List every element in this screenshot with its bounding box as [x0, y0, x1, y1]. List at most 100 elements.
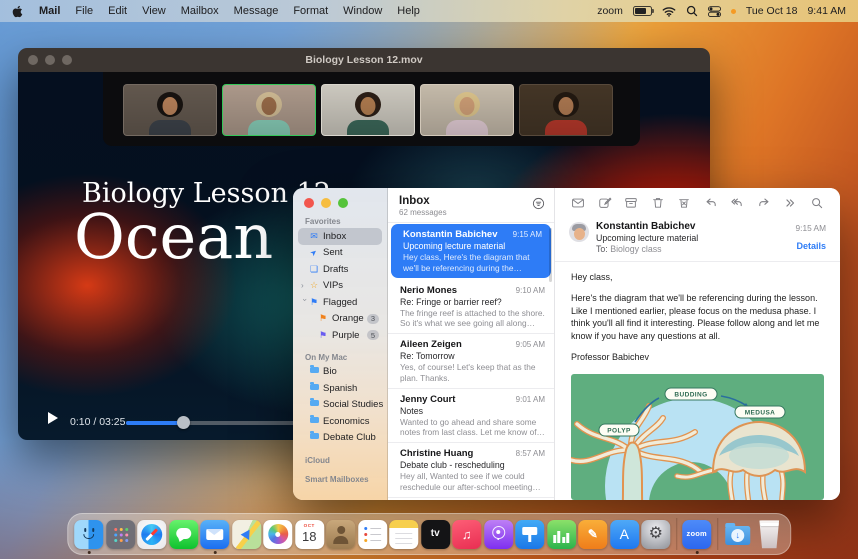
- menu-window[interactable]: Window: [343, 5, 382, 17]
- dock-podcasts-icon[interactable]: [484, 520, 513, 549]
- dock-zoom-icon[interactable]: zoom: [682, 520, 711, 549]
- sidebar-item-sent[interactable]: ➤Sent: [298, 245, 382, 262]
- dock-photos-icon[interactable]: [263, 520, 292, 549]
- junk-button[interactable]: [677, 196, 691, 210]
- sidebar-item-drafts[interactable]: ❏Drafts: [298, 261, 382, 278]
- dock-pages-icon[interactable]: ✎: [578, 520, 607, 549]
- message-list-item[interactable]: Aileen Zeigen9:05 AM Re: Tomorrow Yes, o…: [388, 333, 554, 388]
- sidebar-item-orange[interactable]: ⚑Orange3: [307, 311, 382, 328]
- sidebar-item-purple[interactable]: ⚑Purple5: [307, 327, 382, 344]
- menu-message[interactable]: Message: [234, 5, 279, 17]
- folder-icon: [308, 400, 320, 409]
- get-mail-button[interactable]: [571, 196, 585, 210]
- message-list-item[interactable]: Jenny Court9:01 AM Notes Wanted to go ah…: [388, 388, 554, 443]
- sidebar-item-flagged[interactable]: ›⚑Flagged: [298, 294, 382, 311]
- mic-in-use-indicator: [731, 9, 736, 14]
- sidebar-item-label: Purple: [332, 330, 359, 341]
- menu-view[interactable]: View: [142, 5, 166, 17]
- active-app-menu[interactable]: Mail: [39, 5, 60, 17]
- message-subject: Notes: [400, 406, 545, 416]
- participant-video: [321, 84, 415, 136]
- dock-trash-icon[interactable]: [755, 520, 784, 549]
- dock-notes-icon[interactable]: [389, 520, 418, 549]
- svg-text:MEDUSA: MEDUSA: [745, 410, 776, 417]
- sidebar-section-title: On My Mac: [293, 353, 387, 364]
- compose-button[interactable]: [598, 196, 612, 210]
- control-center-icon[interactable]: [708, 6, 721, 17]
- menu-edit[interactable]: Edit: [108, 5, 127, 17]
- sidebar-item-bio[interactable]: Bio: [298, 364, 382, 381]
- message-preview: Yes, of course! Let's keep that as the p…: [400, 362, 545, 384]
- chevron-right-icon[interactable]: ›: [301, 282, 308, 290]
- message-list-item[interactable]: Nerio Mones9:10 AM Re: Fringe or barrier…: [388, 279, 554, 334]
- video-traffic-lights[interactable]: [28, 55, 72, 65]
- chevron-down-icon[interactable]: ›: [301, 299, 309, 306]
- message-list-item[interactable]: Konstantin Babichev9:15 AM Upcoming lect…: [391, 224, 551, 278]
- sidebar-item-social-studies[interactable]: Social Studies: [298, 397, 382, 414]
- menubar-date[interactable]: Tue Oct 18: [746, 5, 798, 17]
- dock-downloads-icon[interactable]: ↓: [723, 520, 752, 549]
- drafts-icon: ❏: [308, 265, 320, 274]
- dock-tv-icon[interactable]: tv: [421, 520, 450, 549]
- more-button[interactable]: [783, 196, 797, 210]
- close-button[interactable]: [304, 198, 314, 208]
- sidebar-item-label: Orange: [332, 313, 364, 324]
- play-button[interactable]: [48, 412, 58, 424]
- sidebar-item-label: Bio: [323, 366, 337, 377]
- sidebar-item-inbox[interactable]: ✉Inbox: [298, 228, 382, 245]
- sidebar-item-vips[interactable]: ›☆VIPs: [298, 278, 382, 295]
- sidebar-item-spanish[interactable]: Spanish: [298, 380, 382, 397]
- dock-calendar-icon[interactable]: OCT18: [295, 520, 324, 549]
- filter-button[interactable]: [532, 195, 545, 213]
- running-indicator: [87, 551, 90, 554]
- menubar-time[interactable]: 9:41 AM: [807, 5, 846, 17]
- dock-messages-icon[interactable]: [169, 520, 198, 549]
- folder-icon: [308, 417, 320, 426]
- message-time: 8:57 AM: [516, 449, 545, 458]
- greeting: Hey class,: [571, 271, 824, 283]
- flag-orange-icon: ⚑: [317, 314, 329, 323]
- scrollbar-thumb[interactable]: [549, 228, 552, 282]
- sidebar-item-economics[interactable]: Economics: [298, 413, 382, 430]
- progress-fill: [126, 421, 184, 425]
- reply-all-button[interactable]: [730, 196, 744, 210]
- archive-button[interactable]: [624, 196, 638, 210]
- dock-reminders-icon[interactable]: [358, 520, 387, 549]
- message-list-item[interactable]: Darla Davidson8:55 AM Tomorrow's class A…: [388, 497, 554, 500]
- dock-settings-icon[interactable]: ⚙: [641, 520, 670, 549]
- dock-contacts-icon[interactable]: [326, 520, 355, 549]
- mail-traffic-lights[interactable]: [293, 198, 387, 208]
- message-list-item[interactable]: Christine Huang8:57 AM Debate club - res…: [388, 442, 554, 497]
- minimize-button[interactable]: [321, 198, 331, 208]
- zoom-status-label[interactable]: zoom: [597, 5, 623, 17]
- menu-mailbox[interactable]: Mailbox: [181, 5, 219, 17]
- dock-appstore-icon[interactable]: A: [610, 520, 639, 549]
- wifi-icon[interactable]: [662, 6, 676, 17]
- battery-icon[interactable]: [633, 6, 652, 16]
- dock-keynote-icon[interactable]: [515, 520, 544, 549]
- dock-safari-icon[interactable]: [137, 520, 166, 549]
- zoom-window-button[interactable]: [338, 198, 348, 208]
- forward-button[interactable]: [757, 196, 771, 210]
- dock-finder-icon[interactable]: [74, 520, 103, 549]
- search-button[interactable]: [810, 196, 824, 210]
- spotlight-search-icon[interactable]: [686, 5, 698, 17]
- menu-file[interactable]: File: [75, 5, 93, 17]
- details-link[interactable]: Details: [796, 241, 826, 251]
- trash-button[interactable]: [651, 196, 665, 210]
- dock-mail-icon[interactable]: [200, 520, 229, 549]
- dock-music-icon[interactable]: ♫: [452, 520, 481, 549]
- apple-menu-icon[interactable]: [12, 4, 24, 18]
- reply-button[interactable]: [704, 196, 718, 210]
- menu-help[interactable]: Help: [397, 5, 420, 17]
- progress-handle[interactable]: [177, 416, 190, 429]
- dock-numbers-icon[interactable]: [547, 520, 576, 549]
- menu-format[interactable]: Format: [293, 5, 328, 17]
- video-title-bar[interactable]: Biology Lesson 12.mov: [18, 48, 710, 72]
- sidebar-item-debate-club[interactable]: Debate Club: [298, 430, 382, 447]
- dock-launchpad-icon[interactable]: [106, 520, 135, 549]
- message-count: 62 messages: [399, 208, 447, 217]
- dock-maps-icon[interactable]: [232, 520, 261, 549]
- sidebar-item-label: Drafts: [323, 264, 348, 275]
- message-body: Hey class, Here's the diagram that we'll…: [555, 262, 840, 372]
